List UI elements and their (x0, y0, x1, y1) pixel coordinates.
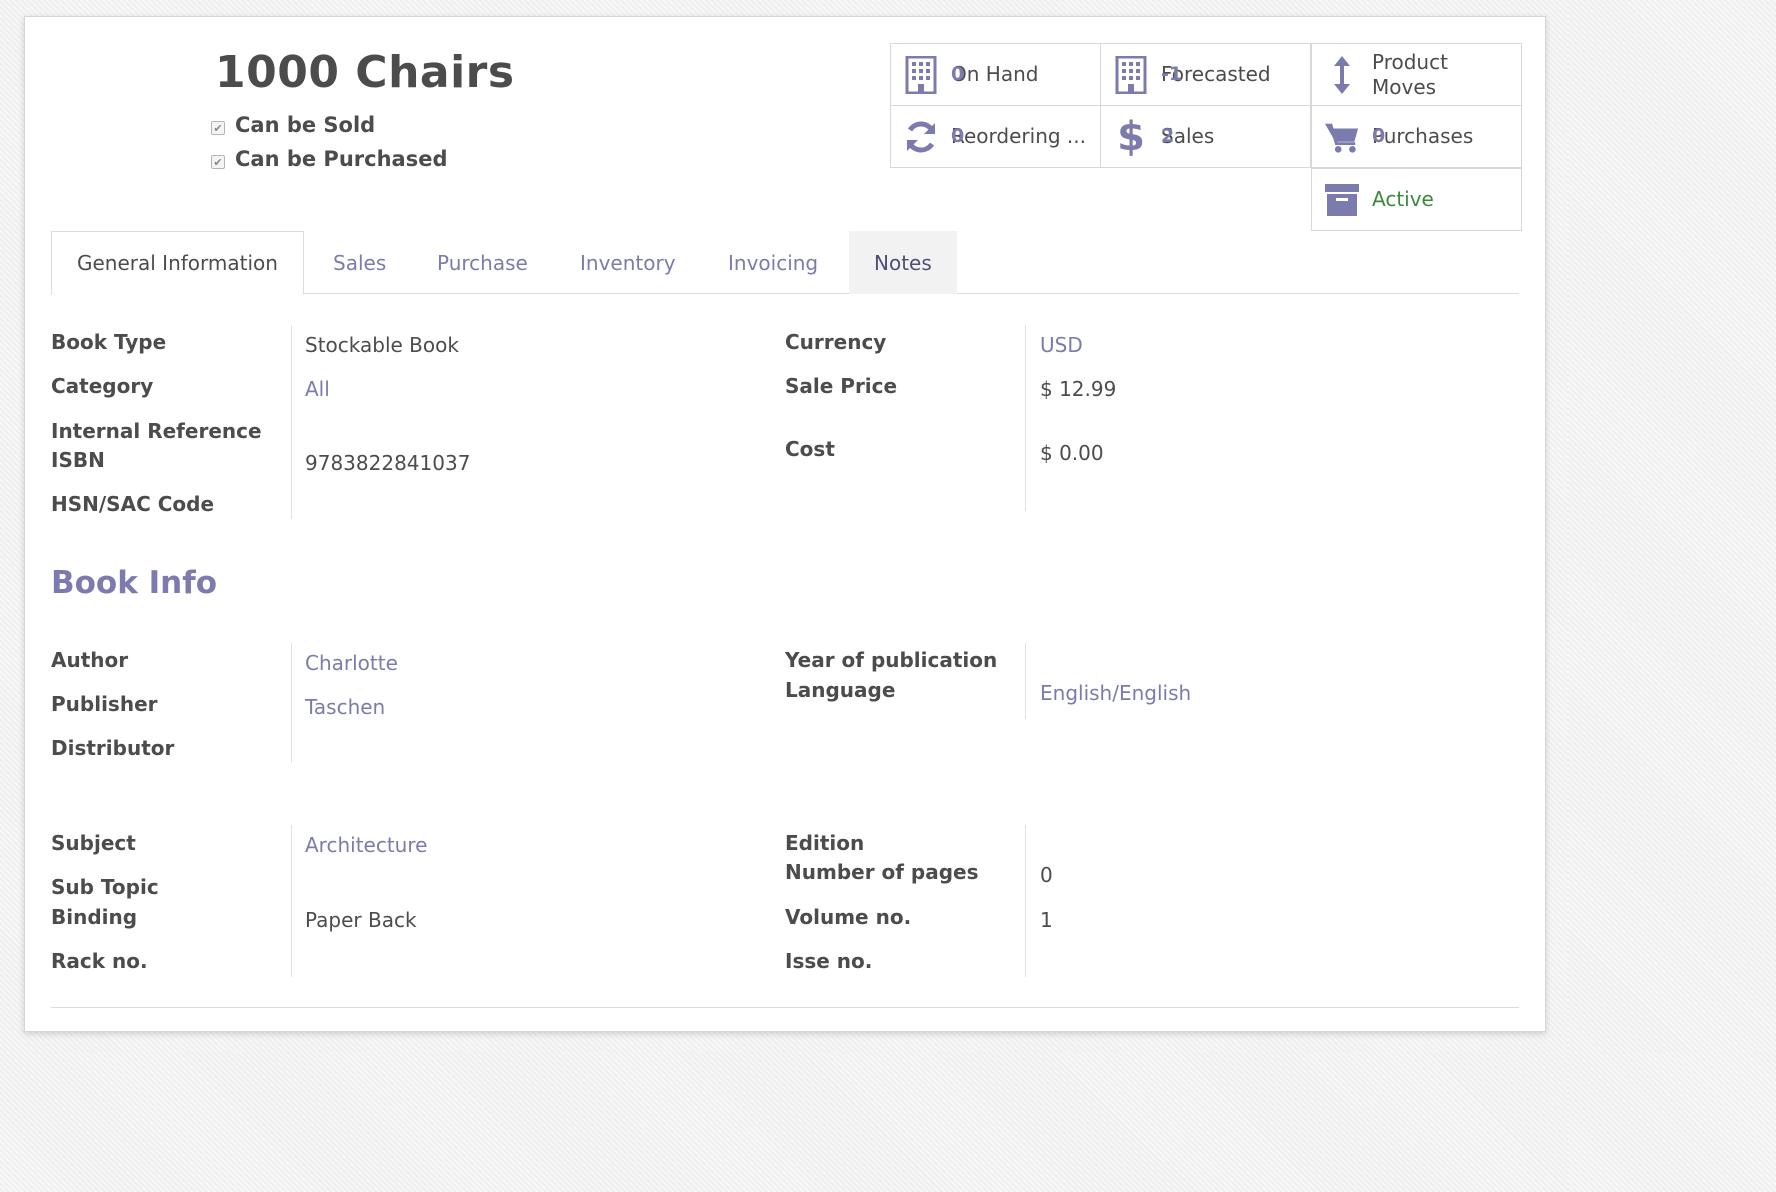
sub-topic-label: Sub Topic (51, 875, 159, 899)
active-toggle-button[interactable]: Active (1311, 168, 1522, 231)
notebook-tabs: General Information Sales Purchase Inven… (51, 231, 1519, 295)
tab-invoicing[interactable]: Invoicing (703, 231, 843, 294)
can-be-sold-label: Can be Sold (235, 113, 376, 137)
binding-value[interactable]: Paper Back (305, 908, 417, 932)
author-value[interactable]: Charlotte (305, 651, 398, 675)
field-separator (1025, 643, 1026, 719)
forecasted-button[interactable]: -1 Forecasted (1100, 43, 1311, 106)
field-separator (291, 325, 292, 519)
active-label: Active (1372, 187, 1434, 211)
category-value[interactable]: All (305, 377, 330, 401)
on-hand-value: 0 (951, 63, 965, 85)
reordering-value: 0 (951, 125, 965, 147)
hsn-sac-code-label: HSN/SAC Code (51, 492, 215, 516)
bottom-divider (51, 1007, 1519, 1008)
number-of-pages-label: Number of pages (785, 860, 979, 884)
currency-label: Currency (785, 330, 887, 354)
can-be-sold-row: ✔ Can be Sold (211, 113, 375, 137)
isbn-value[interactable]: 9783822841037 (305, 451, 470, 475)
subject-value[interactable]: Architecture (305, 833, 427, 857)
purchases-value: 0 (1372, 125, 1386, 147)
tab-purchase[interactable]: Purchase (412, 231, 553, 294)
field-separator (1025, 325, 1026, 511)
reordering-label: Reordering ... (951, 124, 1086, 148)
cost-label: Cost (785, 437, 835, 461)
product-moves-label-1: Product (1372, 49, 1448, 74)
number-of-pages-value[interactable]: 0 (1040, 863, 1053, 887)
internal-reference-label: Internal Reference (51, 419, 262, 443)
sale-price-label: Sale Price (785, 374, 898, 398)
field-separator (291, 825, 292, 977)
language-value[interactable]: English/English (1040, 681, 1191, 705)
reordering-button[interactable]: 0 Reordering ... (890, 105, 1101, 168)
volume-no-label: Volume no. (785, 905, 912, 929)
tab-notes[interactable]: Notes (849, 231, 957, 294)
tab-inventory[interactable]: Inventory (555, 231, 701, 294)
purchases-button[interactable]: 0 Purchases (1311, 105, 1522, 168)
currency-value[interactable]: USD (1040, 333, 1083, 357)
sales-value: 2 (1161, 125, 1175, 147)
author-label: Author (51, 648, 129, 672)
refresh-icon (903, 117, 939, 157)
tab-sales[interactable]: Sales (308, 231, 411, 294)
can-be-purchased-checkbox[interactable]: ✔ (211, 155, 225, 169)
book-type-value[interactable]: Stockable Book (305, 333, 459, 357)
year-of-publication-label: Year of publication (785, 648, 998, 672)
language-label: Language (785, 678, 896, 702)
can-be-purchased-row: ✔ Can be Purchased (211, 147, 447, 171)
archive-icon (1324, 180, 1360, 220)
publisher-label: Publisher (51, 692, 158, 716)
field-separator (291, 643, 292, 763)
purchases-label: Purchases (1372, 124, 1474, 148)
distributor-label: Distributor (51, 736, 175, 760)
publisher-value[interactable]: Taschen (305, 695, 385, 719)
edition-label: Edition (785, 831, 865, 855)
on-hand-button[interactable]: 0 On Hand (890, 43, 1101, 106)
dollar-icon: $ (1117, 113, 1145, 160)
building-icon (1113, 55, 1149, 95)
product-form-sheet: 1000 Chairs ✔ Can be Sold ✔ Can be Purch… (24, 16, 1546, 1032)
product-moves-button[interactable]: Product Moves (1311, 43, 1522, 106)
book-info-heading: Book Info (51, 565, 218, 601)
subject-label: Subject (51, 831, 136, 855)
sales-button[interactable]: $ 2 Sales (1100, 105, 1311, 168)
forecasted-value: -1 (1161, 63, 1183, 85)
product-title: 1000 Chairs (215, 47, 515, 98)
cost-value[interactable]: $ 0.00 (1040, 441, 1104, 465)
sale-price-value[interactable]: $ 12.99 (1040, 377, 1116, 401)
issue-no-label: Isse no. (785, 949, 873, 973)
field-separator (1025, 825, 1026, 977)
book-type-label: Book Type (51, 330, 167, 354)
cart-icon (1324, 117, 1360, 157)
isbn-label: ISBN (51, 448, 105, 472)
can-be-purchased-label: Can be Purchased (235, 147, 448, 171)
product-moves-label-2: Moves (1372, 74, 1437, 99)
tab-general-information[interactable]: General Information (51, 231, 304, 295)
building-icon (903, 55, 939, 95)
category-label: Category (51, 374, 154, 398)
up-down-arrow-icon (1324, 55, 1360, 95)
volume-no-value[interactable]: 1 (1040, 908, 1053, 932)
binding-label: Binding (51, 905, 138, 929)
can-be-sold-checkbox[interactable]: ✔ (211, 121, 225, 135)
rack-no-label: Rack no. (51, 949, 148, 973)
